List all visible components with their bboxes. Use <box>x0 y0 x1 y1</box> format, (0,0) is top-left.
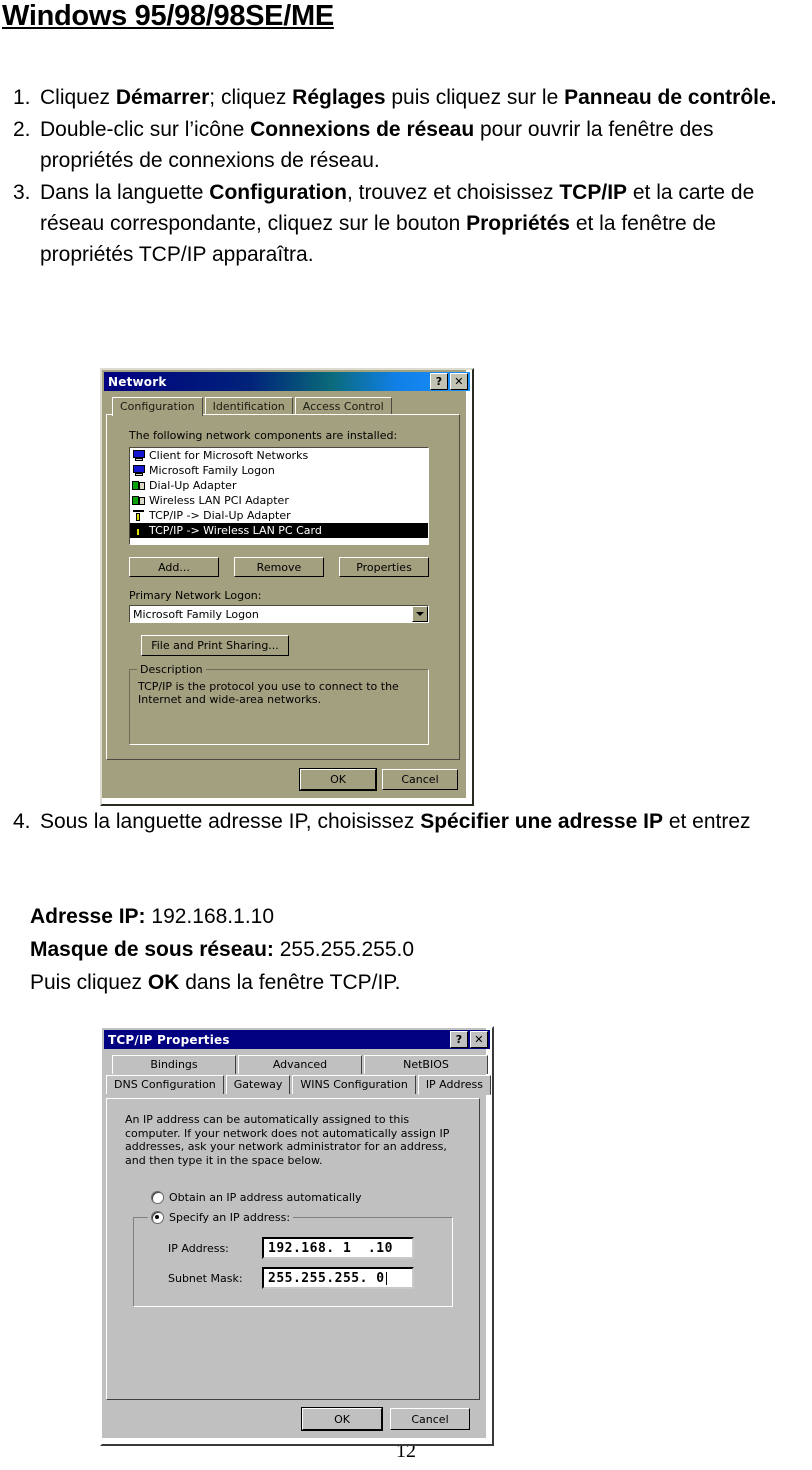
tcpip-dialog-title: TCP/IP Properties <box>108 1032 230 1047</box>
list-item-label: Dial-Up Adapter <box>149 479 237 492</box>
instruction-list-continued: 4. Sous la languette adresse IP, choisis… <box>6 806 806 838</box>
subnet-mask-line: Masque de sous réseau: 255.255.255.0 <box>30 938 415 961</box>
confirm-line: Puis cliquez OK dans la fenêtre TCP/IP. <box>30 971 401 994</box>
network-components-list[interactable]: Client for Microsoft Networks Microsoft … <box>129 447 429 545</box>
description-group-label: Description <box>137 663 206 676</box>
chevron-down-icon[interactable] <box>412 606 428 622</box>
ip-address-input[interactable]: 192.168. 1 .10 <box>262 1237 414 1259</box>
list-item-selected[interactable]: TCP/IP -> Wireless LAN PC Card <box>130 523 428 538</box>
list-item: 4. Sous la languette adresse IP, choisis… <box>6 806 806 837</box>
properties-button[interactable]: Properties <box>339 557 429 577</box>
specify-ip-label: Specify an IP address: <box>169 1211 291 1224</box>
tcpip-dialog-titlebar: TCP/IP Properties ? ✕ <box>104 1030 490 1049</box>
tab-gateway[interactable]: Gateway <box>225 1075 291 1094</box>
list-item-number: 2. <box>13 118 31 141</box>
network-dialog-title: Network <box>108 374 167 389</box>
list-item-text: Dans la languette Configuration, trouvez… <box>40 181 755 266</box>
list-item[interactable]: Wireless LAN PCI Adapter <box>130 493 428 508</box>
protocol-icon <box>132 524 146 537</box>
ip-address-line: Adresse IP: 192.168.1.10 <box>30 905 275 928</box>
subnet-mask-field-label: Subnet Mask: <box>168 1272 243 1285</box>
list-item-number: 1. <box>13 86 31 109</box>
primary-logon-label: Primary Network Logon: <box>129 589 262 602</box>
list-item: 3. Dans la languette Configuration, trou… <box>6 177 806 270</box>
tab-configuration[interactable]: Configuration <box>112 397 203 416</box>
ip-settings-text: Adresse IP: 192.168.1.10 Masque de sous … <box>6 900 806 999</box>
add-button[interactable]: Add... <box>129 557 219 577</box>
list-item-label: Microsoft Family Logon <box>149 464 275 477</box>
monitor-icon <box>132 449 146 462</box>
tab-wins-configuration[interactable]: WINS Configuration <box>292 1075 416 1094</box>
protocol-icon <box>132 509 146 522</box>
list-item-text: Sous la languette adresse IP, choisissez… <box>40 810 751 833</box>
list-item[interactable]: Dial-Up Adapter <box>130 478 428 493</box>
ip-description-text: An IP address can be automatically assig… <box>125 1113 450 1167</box>
cancel-button[interactable]: Cancel <box>390 1408 470 1430</box>
list-item-label: TCP/IP -> Wireless LAN PC Card <box>149 524 322 537</box>
radio-icon <box>151 1191 164 1204</box>
list-item[interactable]: TCP/IP -> Dial-Up Adapter <box>130 508 428 523</box>
properties-button-label: Properties <box>356 560 412 574</box>
ok-button-label: OK <box>330 773 346 786</box>
network-card-icon <box>132 494 146 507</box>
tab-netbios[interactable]: NetBIOS <box>364 1055 488 1074</box>
monitor-icon <box>132 464 146 477</box>
file-print-sharing-label: File and Print Sharing... <box>151 639 279 652</box>
list-item: 2. Double-clic sur l’icône Connexions de… <box>6 114 806 176</box>
description-group: Description TCP/IP is the protocol you u… <box>129 663 429 745</box>
file-print-sharing-button[interactable]: File and Print Sharing... <box>141 635 289 656</box>
cancel-button-label: Cancel <box>411 1412 449 1426</box>
tab-dns-configuration[interactable]: DNS Configuration <box>106 1075 224 1094</box>
ip-address-field-label: IP Address: <box>168 1242 229 1255</box>
specify-ip-radio[interactable]: Specify an IP address: <box>148 1211 294 1224</box>
cancel-button-label: Cancel <box>401 773 439 786</box>
components-list-label: The following network components are ins… <box>129 429 398 442</box>
obtain-ip-automatically-radio[interactable]: Obtain an IP address automatically <box>151 1191 362 1204</box>
specify-ip-group: Specify an IP address: IP Address: 192.1… <box>133 1211 453 1307</box>
ip-address-value: 192.168. 1 .10 <box>268 1240 393 1256</box>
list-item-label: Wireless LAN PCI Adapter <box>149 494 289 507</box>
close-icon[interactable]: ✕ <box>450 373 468 390</box>
help-icon[interactable]: ? <box>430 373 448 390</box>
ok-button[interactable]: OK <box>302 1408 382 1430</box>
tcpip-dialog-tabs-row2: DNS Configuration Gateway WINS Configura… <box>104 1075 491 1095</box>
list-item-label: Client for Microsoft Networks <box>149 449 309 462</box>
remove-button-label: Remove <box>256 560 302 574</box>
network-dialog-titlebar: Network ? ✕ <box>104 372 470 391</box>
primary-logon-select[interactable]: Microsoft Family Logon <box>129 605 429 623</box>
ok-button[interactable]: OK <box>300 769 376 790</box>
list-item-text: Cliquez Démarrer; cliquez Réglages puis … <box>40 86 777 109</box>
obtain-ip-automatically-label: Obtain an IP address automatically <box>169 1191 362 1204</box>
instruction-list: 1. Cliquez Démarrer; cliquez Réglages pu… <box>6 82 806 271</box>
help-icon[interactable]: ? <box>450 1031 468 1048</box>
primary-logon-value: Microsoft Family Logon <box>133 607 259 621</box>
text-caret <box>385 1271 387 1285</box>
tab-bindings[interactable]: Bindings <box>112 1055 236 1074</box>
list-item-text: Double-clic sur l’icône Connexions de ré… <box>40 118 714 172</box>
tab-advanced[interactable]: Advanced <box>238 1055 362 1074</box>
network-dialog: Network ? ✕ Configuration Identification… <box>100 368 474 806</box>
remove-button[interactable]: Remove <box>234 557 324 577</box>
list-item-label: TCP/IP -> Dial-Up Adapter <box>149 509 291 522</box>
list-item: 1. Cliquez Démarrer; cliquez Réglages pu… <box>6 82 806 113</box>
close-icon[interactable]: ✕ <box>470 1031 488 1048</box>
network-configuration-panel: The following network components are ins… <box>106 414 460 760</box>
list-item[interactable]: Microsoft Family Logon <box>130 463 428 478</box>
list-item-number: 4. <box>13 810 31 833</box>
list-item[interactable]: Client for Microsoft Networks <box>130 448 428 463</box>
tcpip-dialog-tabs-row1: Bindings Advanced NetBIOS <box>104 1055 490 1074</box>
tcpip-properties-dialog: TCP/IP Properties ? ✕ Bindings Advanced … <box>100 1026 494 1446</box>
radio-icon-selected <box>151 1211 164 1224</box>
ok-button-label: OK <box>334 1412 350 1426</box>
page-title: Windows 95/98/98SE/ME <box>2 0 334 32</box>
tab-ip-address[interactable]: IP Address <box>417 1075 491 1095</box>
list-item-number: 3. <box>13 181 31 204</box>
network-card-icon <box>132 479 146 492</box>
subnet-mask-value: 255.255.255. 0 <box>268 1270 385 1286</box>
ip-address-panel: An IP address can be automatically assig… <box>106 1098 480 1400</box>
add-button-label: Add... <box>158 560 190 574</box>
cancel-button[interactable]: Cancel <box>382 769 458 790</box>
subnet-mask-input[interactable]: 255.255.255. 0 <box>262 1267 414 1289</box>
